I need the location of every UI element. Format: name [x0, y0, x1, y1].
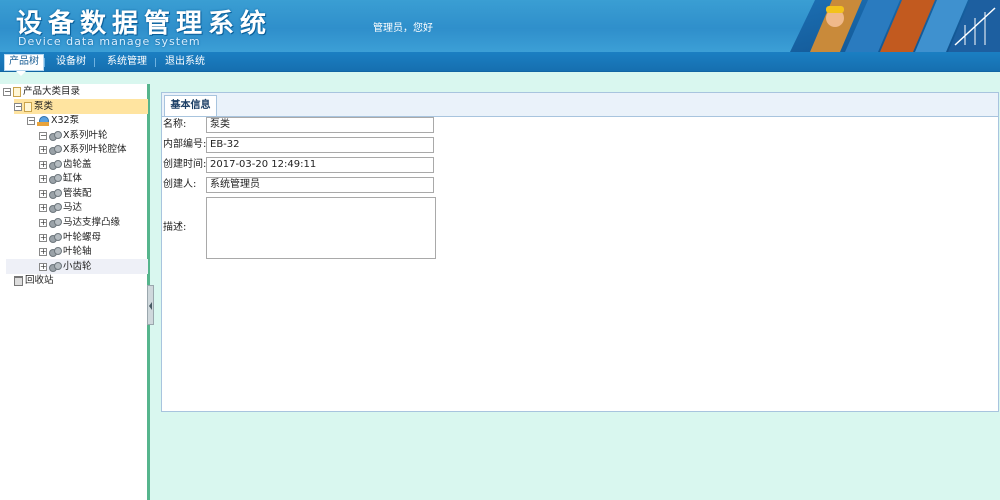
part-gear-icon	[49, 246, 62, 257]
tree-node-part[interactable]: + 小齿轮	[6, 259, 148, 274]
tree-node-label: 马达支撑凸缘	[63, 217, 121, 228]
tree-root[interactable]: − 产品大类目录	[3, 84, 80, 99]
app-header: 设备数据管理系统 Device data manage system 管理员，您…	[0, 0, 1000, 52]
tree-node-part[interactable]: + 管装配	[39, 186, 92, 201]
tree-node-part[interactable]: + 缸体	[39, 171, 82, 186]
part-gear-icon	[49, 188, 62, 199]
panel-collapse-handle[interactable]	[147, 285, 154, 325]
tree-node-label: X系列叶轮腔体	[63, 144, 127, 155]
tree-node-label: 叶轮螺母	[63, 232, 102, 243]
code-label: 内部编号:	[163, 139, 207, 150]
expand-icon[interactable]: +	[39, 189, 47, 198]
collapse-icon[interactable]: −	[3, 87, 11, 96]
active-tab-arrow-icon	[16, 71, 26, 76]
trash-icon	[14, 275, 23, 286]
tree-node-label: 缸体	[63, 173, 83, 184]
tree-node-pump-category[interactable]: − 泵类	[14, 99, 148, 114]
description-label: 描述:	[163, 222, 187, 233]
tab-basic-info[interactable]: 基本信息	[164, 95, 217, 116]
created-time-label: 创建时间:	[163, 159, 207, 170]
expand-icon[interactable]: +	[39, 218, 47, 227]
nav-divider	[44, 58, 45, 67]
nav-system-management[interactable]: 系统管理	[103, 55, 151, 69]
part-gear-icon	[49, 217, 62, 228]
part-gear-icon	[49, 130, 62, 141]
nav-device-tree[interactable]: 设备树	[52, 55, 90, 69]
welcome-text: 管理员，您好	[373, 23, 433, 34]
collapse-icon[interactable]: −	[27, 116, 35, 125]
main-nav-bar: 产品树 设备树 系统管理 退出系统	[0, 52, 1000, 72]
part-gear-icon	[49, 202, 62, 213]
nav-product-tree[interactable]: 产品树	[4, 54, 44, 71]
tree-node-part[interactable]: + 齿轮盖	[39, 157, 92, 172]
tree-node-label: 回收站	[25, 275, 54, 286]
nav-divider	[94, 58, 95, 67]
tree-node-label: 管装配	[63, 188, 92, 199]
collapse-icon[interactable]: −	[39, 131, 47, 140]
tree-node-part[interactable]: − X系列叶轮	[39, 128, 108, 143]
expand-icon[interactable]: +	[39, 174, 47, 183]
description-textarea[interactable]	[206, 197, 436, 259]
creator-label: 创建人:	[163, 179, 197, 190]
nav-logout[interactable]: 退出系统	[161, 55, 209, 69]
tree-node-part[interactable]: + 马达支撑凸缘	[39, 215, 120, 230]
pump-icon	[37, 115, 49, 126]
name-field[interactable]: 泵类	[206, 117, 434, 133]
tree-node-label: 马达	[63, 202, 83, 213]
part-gear-icon	[49, 232, 62, 243]
expand-icon[interactable]: +	[39, 262, 47, 271]
expand-icon[interactable]: +	[39, 145, 47, 154]
tree-node-part[interactable]: + X系列叶轮腔体	[39, 142, 127, 157]
tree-node-label: 泵类	[34, 101, 54, 112]
created-time-field[interactable]: 2017-03-20 12:49:11	[206, 157, 434, 173]
tree-node-x32-pump[interactable]: − X32泵	[27, 113, 79, 128]
part-gear-icon	[49, 159, 62, 170]
name-label: 名称:	[163, 119, 187, 130]
folder-icon	[13, 86, 21, 97]
nav-divider	[155, 58, 156, 67]
tree-root-label: 产品大类目录	[23, 86, 81, 97]
tree-node-part[interactable]: + 叶轮轴	[39, 244, 92, 259]
creator-field[interactable]: 系统管理员	[206, 177, 434, 193]
tree-node-label: 小齿轮	[63, 261, 92, 272]
internal-code-field[interactable]: EB-32	[206, 137, 434, 153]
part-gear-icon	[49, 173, 62, 184]
expand-icon[interactable]: +	[39, 247, 47, 256]
tree-node-part[interactable]: + 叶轮螺母	[39, 230, 101, 245]
tree-node-label: 齿轮盖	[63, 159, 92, 170]
tree-node-label: X32泵	[51, 115, 80, 126]
tab-strip	[161, 92, 999, 116]
tree-node-recycle-bin[interactable]: 回收站	[14, 273, 54, 288]
tree-node-part[interactable]: + 马达	[39, 200, 82, 215]
tree-node-label: 叶轮轴	[63, 246, 92, 257]
expand-icon[interactable]: +	[39, 233, 47, 242]
folder-icon	[24, 101, 32, 112]
tree-node-label: X系列叶轮	[63, 130, 108, 141]
expand-icon[interactable]: +	[39, 203, 47, 212]
collapse-icon[interactable]: −	[14, 102, 22, 111]
header-banner-image	[790, 0, 1000, 52]
expand-icon[interactable]: +	[39, 160, 47, 169]
part-gear-icon	[49, 261, 62, 272]
part-gear-icon	[49, 144, 62, 155]
app-subtitle: Device data manage system	[18, 35, 201, 48]
